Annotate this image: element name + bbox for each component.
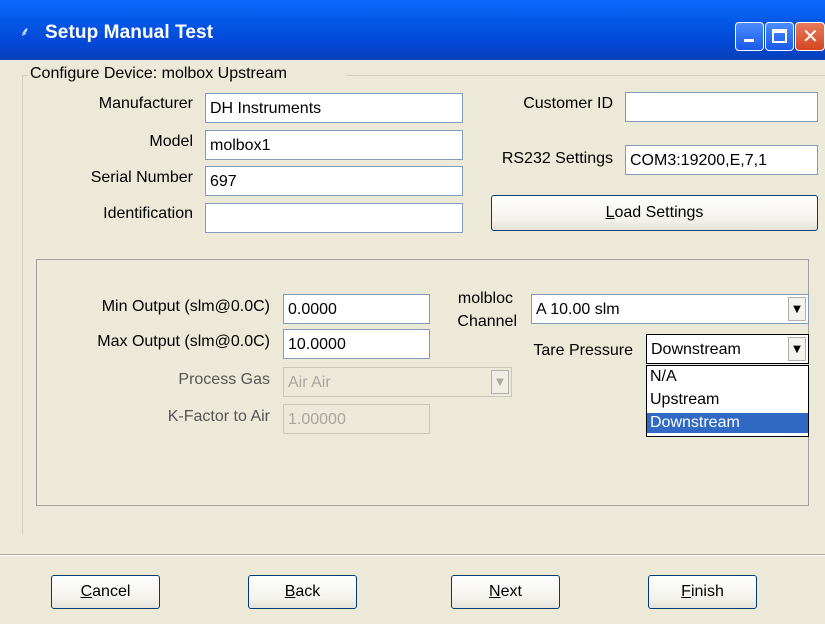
cancel-button[interactable]: Cancel	[51, 575, 160, 609]
next-label: ext	[500, 583, 522, 600]
group-box-border	[346, 75, 825, 76]
cancel-label: ancel	[92, 583, 131, 600]
finish-label: inish	[690, 583, 724, 600]
identification-label: Identification	[103, 205, 193, 222]
max-output-field[interactable]: 10.0000	[283, 329, 430, 359]
back-button[interactable]: Back	[248, 575, 357, 609]
tare-pressure-value: Downstream	[651, 341, 741, 358]
molbloc-channel-value: A 10.00 slm	[536, 301, 620, 318]
chevron-down-icon[interactable]: ▼	[788, 297, 806, 321]
molbloc-channel-select[interactable]: A 10.00 slm ▼	[531, 294, 809, 324]
tare-pressure-dropdown: N/A Upstream Downstream	[646, 365, 809, 437]
rs232-settings-field[interactable]: COM3:19200,E,7,1	[625, 145, 818, 175]
process-gas-value: Air Air	[288, 374, 331, 391]
molbloc-label: molbloc	[457, 290, 513, 307]
tare-pressure-select[interactable]: Downstream ▼	[646, 334, 809, 364]
chevron-down-icon: ▼	[491, 370, 509, 394]
identification-field[interactable]	[205, 203, 463, 233]
close-icon: ✕	[802, 24, 819, 48]
finish-button[interactable]: Finish	[648, 575, 757, 609]
manufacturer-field[interactable]: DH Instruments	[205, 93, 463, 123]
manufacturer-label: Manufacturer	[98, 95, 193, 112]
dropdown-option-na[interactable]: N/A	[647, 367, 808, 387]
model-field[interactable]: molbox1	[205, 130, 463, 160]
dropdown-option-upstream[interactable]: Upstream	[647, 390, 808, 410]
dropdown-option-downstream[interactable]: Downstream	[647, 413, 808, 433]
min-output-field[interactable]: 0.0000	[283, 294, 430, 324]
min-output-label: Min Output (slm@0.0C)	[101, 298, 270, 315]
wand-icon: ⸙	[20, 25, 30, 40]
kfactor-label: K-Factor to Air	[167, 408, 270, 425]
back-accesskey: B	[284, 583, 296, 600]
group-box-border	[22, 75, 23, 534]
maximize-icon	[772, 29, 787, 43]
finish-accesskey: F	[681, 583, 691, 600]
close-button[interactable]: ✕	[795, 22, 825, 51]
load-settings-text: oad Settings	[614, 204, 704, 221]
max-output-label: Max Output (slm@0.0C)	[97, 333, 270, 350]
back-label: ack	[295, 583, 321, 600]
kfactor-field[interactable]: 1.00000	[283, 404, 430, 434]
bottom-separator-highlight	[0, 555, 825, 556]
chevron-down-icon[interactable]: ▼	[788, 337, 806, 361]
serial-number-label: Serial Number	[90, 169, 193, 186]
title-bar[interactable]: ⸙ Setup Manual Test ✕	[0, 0, 825, 60]
rs232-settings-label: RS232 Settings	[501, 150, 613, 167]
minimize-icon	[744, 39, 754, 42]
maximize-button[interactable]	[765, 22, 794, 51]
minimize-button[interactable]	[735, 22, 764, 51]
model-label: Model	[149, 133, 193, 150]
setup-manual-test-window: ⸙ Setup Manual Test ✕ Configure Device: …	[0, 0, 825, 624]
next-button[interactable]: Next	[451, 575, 560, 609]
cancel-accesskey: C	[80, 583, 93, 600]
window-title: Setup Manual Test	[45, 22, 214, 43]
process-gas-label: Process Gas	[178, 371, 270, 388]
process-gas-select[interactable]: Air Air ▼	[283, 367, 512, 397]
tare-pressure-label: Tare Pressure	[533, 342, 633, 359]
serial-number-field[interactable]: 697	[205, 166, 463, 196]
load-settings-button[interactable]: Load Settings	[491, 195, 818, 231]
channel-label: Channel	[457, 313, 517, 330]
customer-id-field[interactable]	[625, 92, 818, 122]
next-accesskey: N	[489, 583, 501, 600]
group-caption: Configure Device: molbox Upstream	[30, 65, 287, 82]
customer-id-label: Customer ID	[523, 95, 613, 112]
